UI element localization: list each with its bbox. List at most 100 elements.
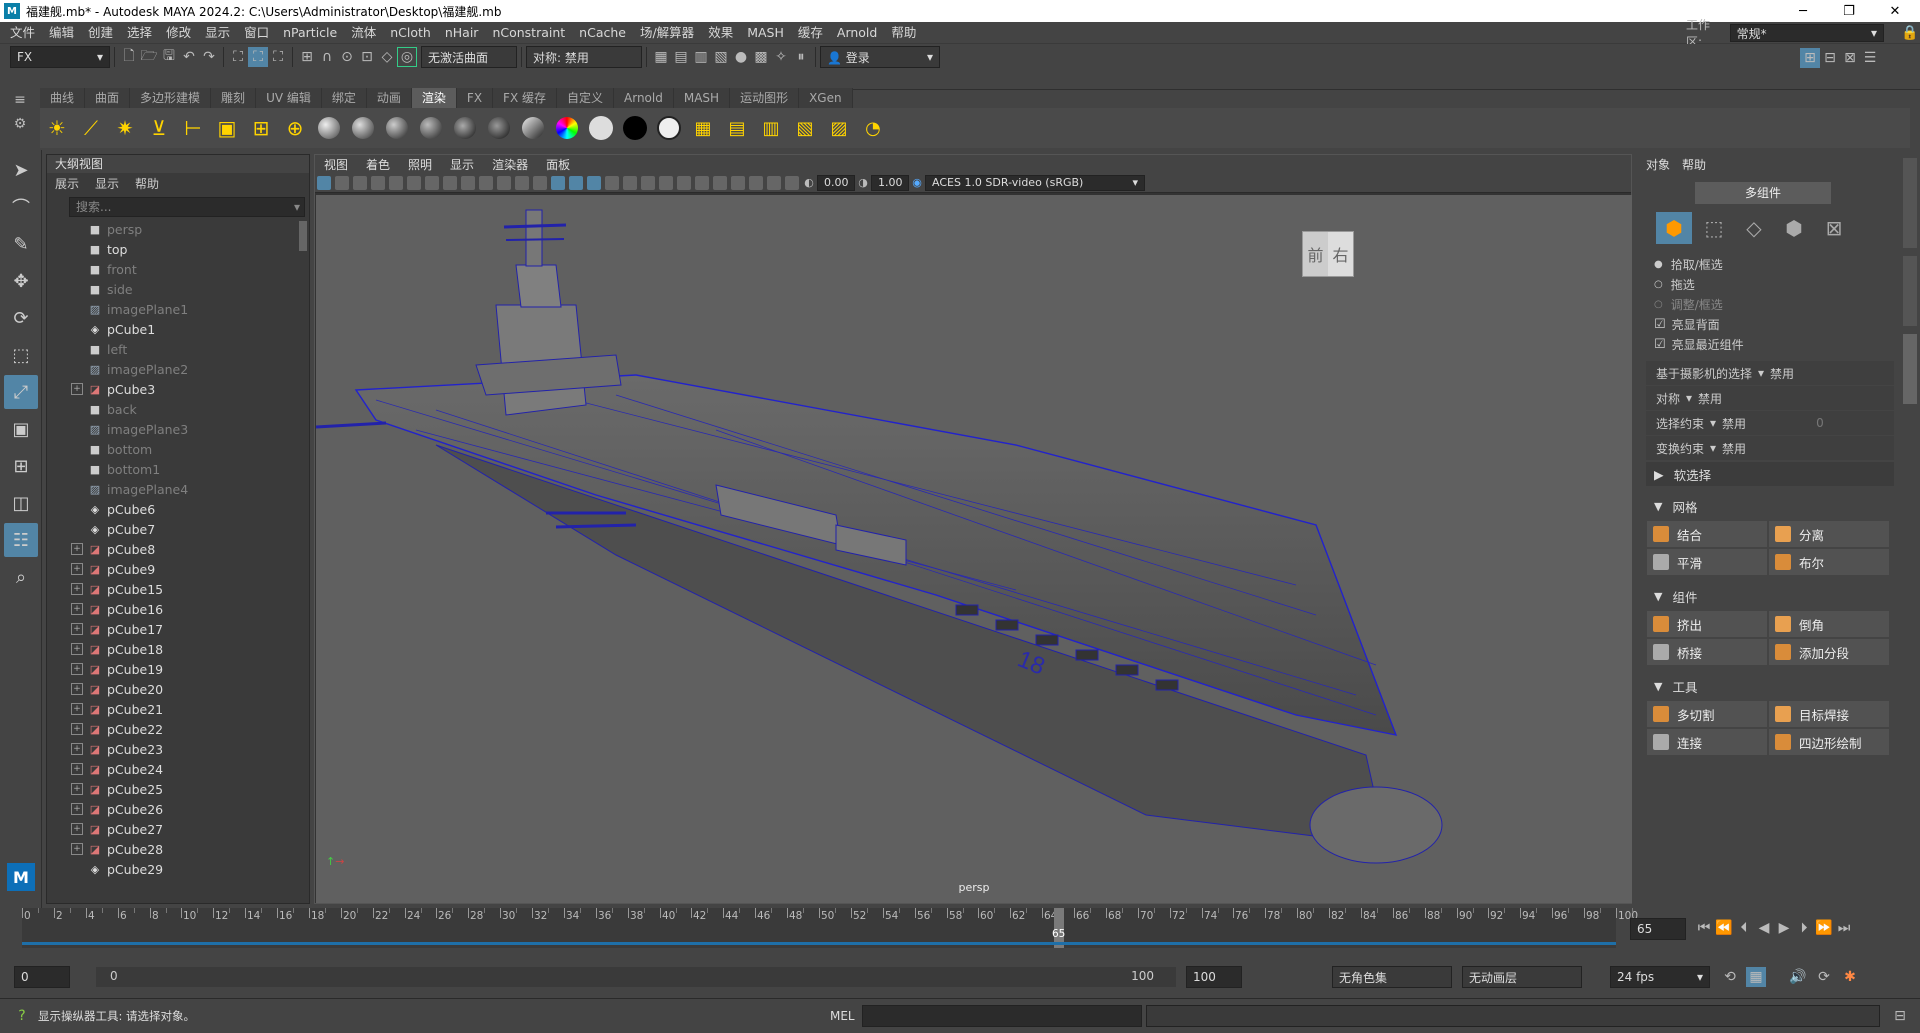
sphere-blinn-icon[interactable]: [348, 113, 378, 143]
menu-item[interactable]: nHair: [438, 22, 486, 44]
step-back-key-icon[interactable]: ⏪: [1714, 918, 1734, 938]
outliner-item[interactable]: + ◪ pCube21: [47, 699, 309, 719]
two-view-icon[interactable]: ◫: [4, 486, 38, 520]
toolkit-button[interactable]: 添加分段: [1769, 639, 1889, 665]
expand-icon[interactable]: +: [71, 803, 83, 815]
menu-item[interactable]: nCloth: [383, 22, 438, 44]
image-plane-icon[interactable]: [371, 175, 385, 190]
radio-icon[interactable]: ○: [1654, 299, 1663, 310]
menuset-dropdown[interactable]: FX ▾: [10, 46, 110, 68]
outliner-item[interactable]: ■ side: [47, 279, 309, 299]
play-back-icon[interactable]: ◀: [1754, 918, 1774, 938]
step-back-frame-icon[interactable]: ⏴: [1734, 918, 1754, 938]
multi-component-icon[interactable]: ⬢: [1656, 212, 1692, 244]
move-tool-icon[interactable]: ✥: [4, 264, 38, 298]
fps-dropdown[interactable]: 24 fps ▾: [1610, 966, 1710, 988]
toolkit-section[interactable]: ▼ 工具: [1646, 674, 1894, 698]
ipr-icon[interactable]: ▥: [756, 113, 786, 143]
sphere-lambert-icon[interactable]: [314, 113, 344, 143]
expand-icon[interactable]: +: [71, 383, 83, 395]
toolkit-button[interactable]: 四边形绘制: [1769, 729, 1889, 755]
shelf-settings-icon[interactable]: ⚙: [10, 114, 30, 134]
viewport-menu-item[interactable]: 照明: [408, 156, 432, 173]
shelf-tab[interactable]: MASH: [674, 88, 731, 108]
hypershade-icon[interactable]: ●: [731, 47, 751, 67]
step-forward-frame-icon[interactable]: ⏵: [1794, 918, 1814, 938]
outliner-item[interactable]: + ◪ pCube26: [47, 799, 309, 819]
shelf-tab[interactable]: 运动图形: [730, 88, 800, 108]
loop-icon[interactable]: ⟲: [1720, 967, 1740, 987]
shelf-tab[interactable]: 曲面: [85, 88, 131, 108]
outliner-item[interactable]: + ◪ pCube3: [47, 379, 309, 399]
render-sequence-icon[interactable]: ▤: [671, 47, 691, 67]
save-scene-icon[interactable]: 🖫: [159, 47, 179, 67]
white-sphere-outline-icon[interactable]: [654, 113, 684, 143]
menu-item[interactable]: 创建: [81, 22, 120, 44]
batch-render-icon[interactable]: ▧: [790, 113, 820, 143]
anim-prefs-icon[interactable]: ✱: [1840, 967, 1860, 987]
outliner-item[interactable]: ◈ pCube6: [47, 499, 309, 519]
radio-icon[interactable]: ●: [1654, 259, 1663, 270]
shelf-tab[interactable]: 渲染: [411, 88, 457, 108]
character-set-dropdown[interactable]: 无角色集: [1332, 966, 1452, 988]
volume-light-icon[interactable]: ▣: [212, 113, 242, 143]
camera-icon[interactable]: ⊞: [246, 113, 276, 143]
snap-surface-icon[interactable]: ◇: [377, 47, 397, 67]
wireframe-icon[interactable]: [551, 175, 565, 190]
outliner-menu-item[interactable]: 展示: [55, 175, 79, 192]
outliner-item[interactable]: ◈ pCube1: [47, 319, 309, 339]
scene-view[interactable]: 18 前 右 ↑→ persp: [315, 195, 1632, 903]
select-hierarchy-icon[interactable]: ⛶: [228, 47, 248, 67]
depth-of-field-icon[interactable]: [713, 175, 727, 190]
area-light-icon[interactable]: ⊢: [178, 113, 208, 143]
safe-title-icon[interactable]: [533, 175, 547, 190]
pause-viewport-icon[interactable]: ⏸: [791, 47, 811, 67]
gamma-field[interactable]: 1.00: [871, 174, 909, 191]
edge-mode-icon[interactable]: ◇: [1736, 212, 1772, 244]
menu-item[interactable]: 场/解算器: [633, 22, 701, 44]
sphere-anisotropic-icon[interactable]: [416, 113, 446, 143]
outliner-layout-icon[interactable]: ☷: [4, 523, 38, 557]
vertex-mode-icon[interactable]: ⬚: [1696, 212, 1732, 244]
lock-icon[interactable]: 🔒: [1900, 23, 1920, 43]
expand-icon[interactable]: +: [71, 623, 83, 635]
lasso-tool-icon[interactable]: ⌒: [4, 190, 38, 224]
viewport-menu-item[interactable]: 显示: [450, 156, 474, 173]
wireframe-on-shaded-icon[interactable]: [587, 175, 601, 190]
checkbox-icon[interactable]: ☑: [1654, 317, 1666, 332]
outliner-item[interactable]: + ◪ pCube23: [47, 739, 309, 759]
outliner-menu-item[interactable]: 显示: [95, 175, 119, 192]
render-settings-icon[interactable]: ▧: [711, 47, 731, 67]
outliner-item[interactable]: ■ front: [47, 259, 309, 279]
toolkit-property[interactable]: 基于摄影机的选择 ▾ 禁用: [1646, 361, 1894, 385]
outliner-item[interactable]: ▨ imagePlane4: [47, 479, 309, 499]
tool-settings-icon[interactable]: ⊠: [1840, 48, 1860, 68]
end-time-field[interactable]: 100: [1186, 966, 1242, 988]
expand-icon[interactable]: +: [71, 603, 83, 615]
start-time-field[interactable]: 0: [14, 966, 70, 988]
safe-action-icon[interactable]: [515, 175, 529, 190]
outliner-item[interactable]: + ◪ pCube17: [47, 619, 309, 639]
undo-icon[interactable]: ↶: [179, 47, 199, 67]
view-cube-right[interactable]: 右: [1328, 232, 1353, 276]
menu-item[interactable]: 编辑: [42, 22, 81, 44]
xray-joints-icon[interactable]: [767, 175, 781, 190]
face-mode-icon[interactable]: ⬢: [1776, 212, 1812, 244]
cache-icon[interactable]: ⟳: [1814, 967, 1834, 987]
ipr-render-icon[interactable]: ▥: [691, 47, 711, 67]
expand-icon[interactable]: +: [71, 843, 83, 855]
outliner-item[interactable]: ■ top: [47, 239, 309, 259]
shelf-tab[interactable]: Arnold: [614, 88, 674, 108]
modeling-toolkit-tab[interactable]: [1903, 334, 1917, 404]
search-icon[interactable]: ⌕: [4, 560, 38, 594]
menu-item[interactable]: 选择: [120, 22, 159, 44]
toolkit-option[interactable]: ○ 调整/框选: [1640, 294, 1900, 314]
exposure-field[interactable]: 0.00: [817, 174, 855, 191]
attribute-editor-tab[interactable]: [1903, 256, 1917, 326]
use-all-lights-icon[interactable]: [623, 175, 637, 190]
radio-icon[interactable]: ○: [1654, 279, 1663, 290]
toolkit-property[interactable]: 选择约束 ▾ 禁用 0: [1646, 411, 1894, 435]
minimize-icon[interactable]: ─: [1780, 0, 1826, 22]
toolkit-button[interactable]: 倒角: [1769, 611, 1889, 637]
step-forward-key-icon[interactable]: ⏩: [1814, 918, 1834, 938]
